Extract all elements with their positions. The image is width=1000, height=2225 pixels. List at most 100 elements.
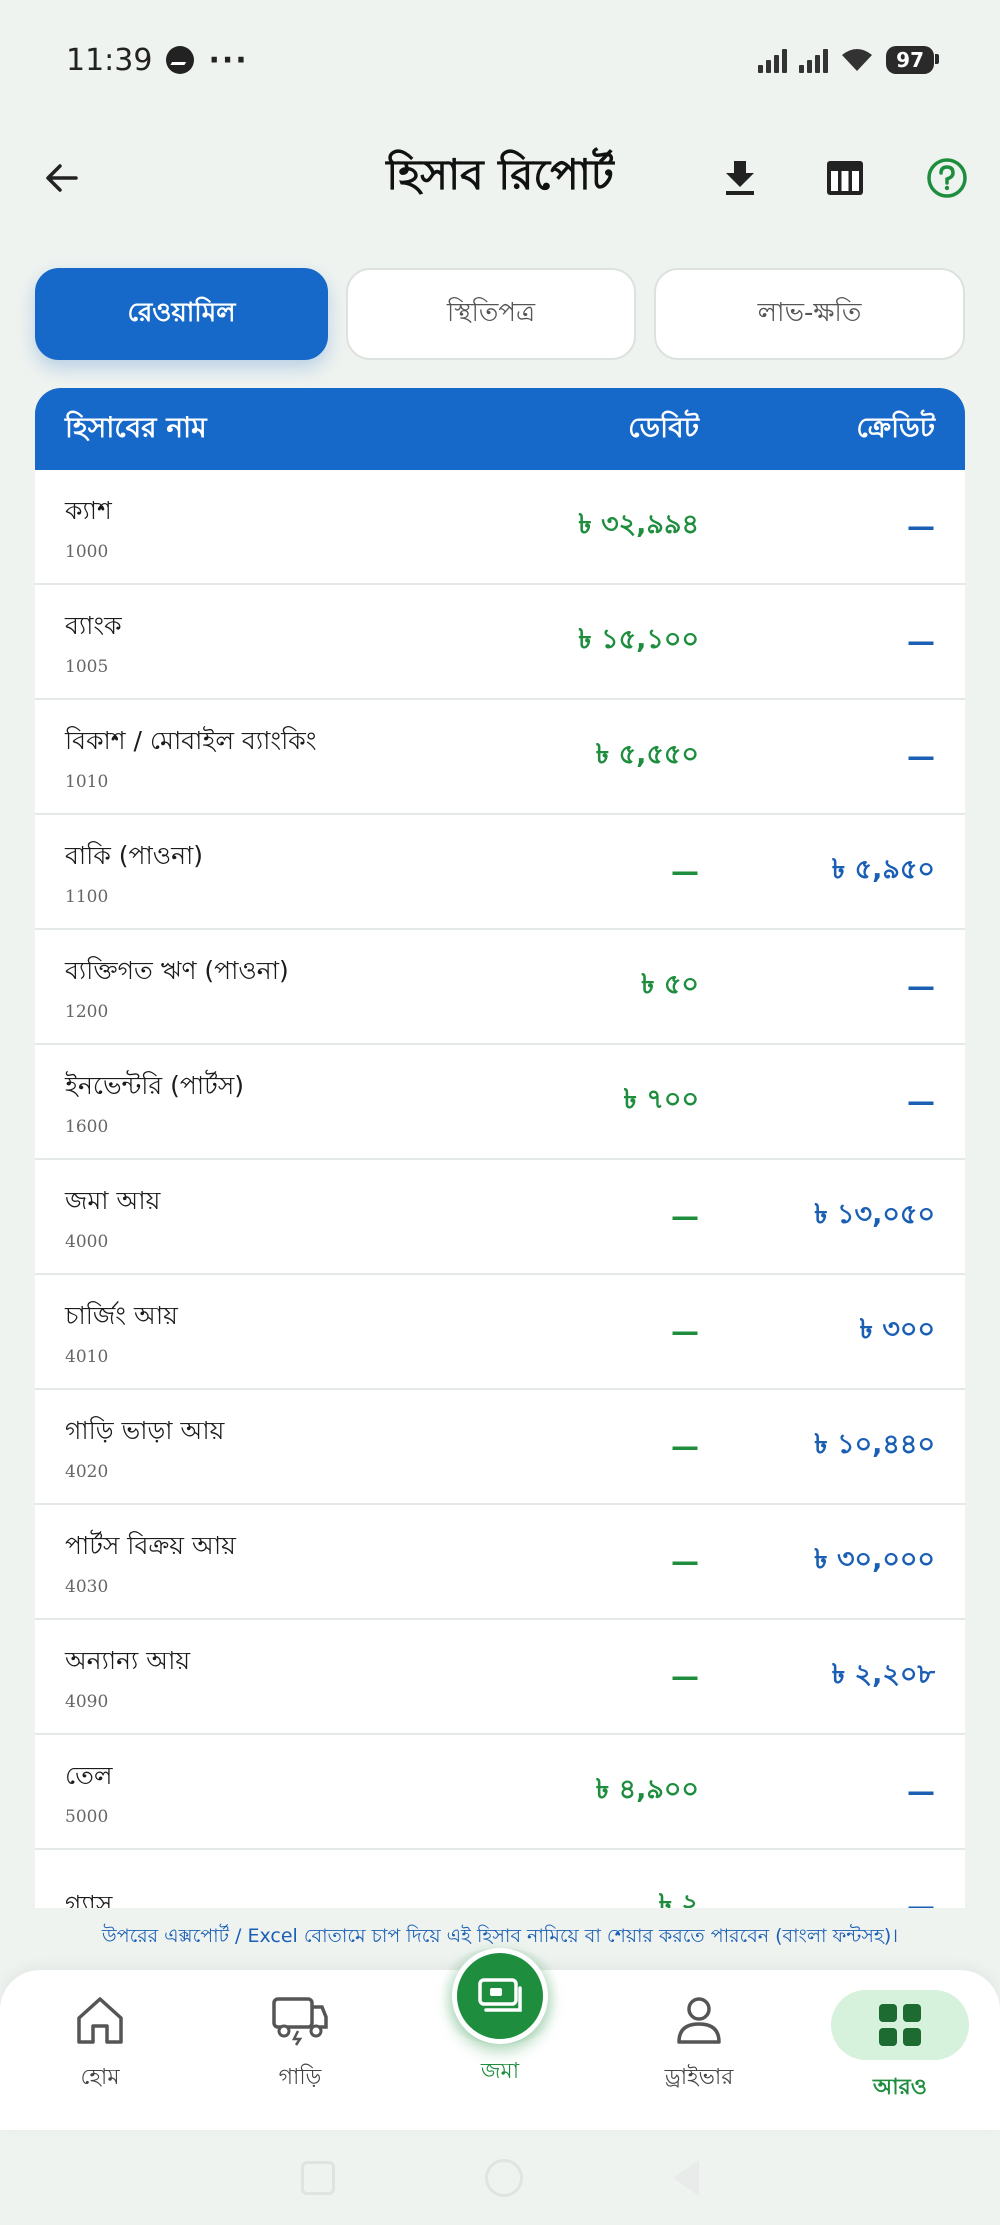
debit-amount: ৳ ৭০০ [623,1084,699,1115]
app-bar: হিসাব রিপোর্ট [0,120,1000,235]
column-header-credit: ক্রেডিট [856,410,935,444]
account-code: 1000 [65,542,109,562]
download-button[interactable] [715,153,765,203]
table-row[interactable]: চার্জিং আয় 4010 — ৳ ৩০০ [35,1275,965,1390]
account-cell: তেল 5000 [65,1756,529,1827]
credit-amount: — [907,970,935,1003]
bottom-navigation: হোম গাড়ি জমা ড্রাইভার আরও [0,1948,1000,2130]
download-icon [726,160,754,195]
account-code: 5000 [65,1807,109,1827]
account-name: গ্যাস [65,1890,113,1908]
account-code: 4000 [65,1232,109,1252]
tab-balance-sheet[interactable]: স্থিতিপত্র [346,268,636,360]
account-name: অন্যান্য আয় [65,1646,191,1675]
signal-icon [758,47,788,73]
status-left: 11:39 ··· [66,43,249,78]
table-icon [827,160,863,195]
debit-amount: ৳ ৩২,৯৯৪ [578,509,699,540]
nav-home-label: হোম [80,2065,120,2090]
nav-home[interactable]: হোম [30,1990,170,2110]
debit-amount: — [671,855,699,888]
debit-amount: — [671,1545,699,1578]
vehicle-icon [270,1990,330,2050]
nav-vehicle[interactable]: গাড়ি [230,1990,370,2110]
account-cell: জমা আয় 4000 [65,1181,529,1252]
account-cell: ক্যাশ 1000 [65,491,529,562]
recent-apps-button[interactable] [301,2160,335,2195]
deposit-glow [430,1948,570,2044]
credit-amount: — [907,510,935,543]
nav-driver[interactable]: ড্রাইভার [629,1990,769,2110]
nav-driver-label: ড্রাইভার [664,2065,734,2090]
battery-indicator: 97 [886,46,939,74]
account-code: 4030 [65,1577,109,1597]
account-cell: পার্টস বিক্রয় আয় 4030 [65,1526,529,1597]
account-name: ইনভেন্টরি (পার্টস) [65,1071,244,1100]
account-cell: অন্যান্য আয় 4090 [65,1641,529,1712]
account-name: বিকাশ / মোবাইল ব্যাংকিং [65,726,317,755]
account-code: 4020 [65,1462,109,1482]
credit-amount: ৳ ৩০,০০০ [814,1544,935,1575]
credit-amount: — [907,1085,935,1118]
credit-amount: ৳ ১৩,০৫০ [814,1199,935,1230]
tab-trial-balance[interactable]: রেওয়ামিল [35,268,328,360]
table-row[interactable]: বিকাশ / মোবাইল ব্যাংকিং 1010 ৳ ৫,৫৫০ — [35,700,965,815]
deposit-button[interactable] [452,1948,548,2044]
table-row[interactable]: ক্যাশ 1000 ৳ ৩২,৯৯৪ — [35,470,965,585]
excel-export-button[interactable] [820,153,870,203]
tab-profit-loss[interactable]: লাভ-ক্ষতি [654,268,965,360]
nav-vehicle-label: গাড়ি [278,2065,322,2090]
system-home-button[interactable] [485,2158,523,2197]
table-row[interactable]: অন্যান্য আয় 4090 — ৳ ২,২০৮ [35,1620,965,1735]
credit-amount: ৳ ৫,৯৫০ [831,854,935,885]
credit-amount: ৳ ৩০০ [859,1314,935,1345]
account-name: ক্যাশ [65,496,112,525]
grid-icon [831,1990,969,2060]
table-row[interactable]: ব্যক্তিগত ঋণ (পাওনা) 1200 ৳ ৫০ — [35,930,965,1045]
table-row[interactable]: গাড়ি ভাড়া আয় 4020 — ৳ ১০,৪৪০ [35,1390,965,1505]
column-header-debit: ডেবিট [628,410,699,444]
system-back-button[interactable] [673,2159,699,2196]
person-icon [669,1990,729,2050]
credit-amount: — [907,625,935,658]
account-cell: বাকি (পাওনা) 1100 [65,836,529,907]
debit-amount: ৳ ৫০ [641,969,699,1000]
account-name: পার্টস বিক্রয় আয় [65,1531,236,1560]
table-row[interactable]: গ্যাস ৳ ২ — [35,1850,965,1908]
help-button[interactable] [922,153,972,203]
system-navigation [0,2130,1000,2225]
trial-balance-table[interactable]: হিসাবের নাম ডেবিট ক্রেডিট ক্যাশ 1000 ৳ ৩২,… [35,388,965,1908]
account-code: 4010 [65,1347,109,1367]
more-notifications-icon: ··· [208,42,249,78]
account-code: 1100 [65,887,109,907]
nav-more[interactable]: আরও [830,1990,970,2110]
status-right: 97 [758,46,939,74]
report-tabs: রেওয়ামিল স্থিতিপত্র লাভ-ক্ষতি [35,268,965,360]
credit-amount: — [907,740,935,773]
table-row[interactable]: জমা আয় 4000 — ৳ ১৩,০৫০ [35,1160,965,1275]
nav-deposit-label: জমা [480,2059,520,2084]
table-row[interactable]: ইনভেন্টরি (পার্টস) 1600 ৳ ৭০০ — [35,1045,965,1160]
table-row[interactable]: বাকি (পাওনা) 1100 — ৳ ৫,৯৫০ [35,815,965,930]
credit-amount: ৳ ১০,৪৪০ [814,1429,935,1460]
account-name: বাকি (পাওনা) [65,841,204,870]
status-time: 11:39 [66,42,153,78]
debit-amount: ৳ ৫,৫৫০ [595,739,699,770]
arrow-left-icon [46,163,78,192]
table-row[interactable]: ব্যাংক 1005 ৳ ১৫,১০০ — [35,585,965,700]
account-name: ব্যাংক [65,611,122,640]
account-name: জমা আয় [65,1186,161,1215]
debit-amount: ৳ ১৫,১০০ [578,624,699,655]
account-cell: বিকাশ / মোবাইল ব্যাংকিং 1010 [65,721,529,792]
account-code: 1010 [65,772,109,792]
credit-amount: — [907,1775,935,1808]
column-header-name: হিসাবের নাম [65,410,207,444]
nav-deposit[interactable]: জমা [400,1948,600,2084]
table-header: হিসাবের নাম ডেবিট ক্রেডিট [35,388,965,470]
table-row[interactable]: তেল 5000 ৳ ৪,৯০০ — [35,1735,965,1850]
account-code: 4090 [65,1692,109,1712]
debit-amount: ৳ ২ [658,1889,699,1908]
table-row[interactable]: পার্টস বিক্রয় আয় 4030 — ৳ ৩০,০০০ [35,1505,965,1620]
debit-amount: ৳ ৪,৯০০ [595,1774,699,1805]
back-button[interactable] [40,156,84,200]
